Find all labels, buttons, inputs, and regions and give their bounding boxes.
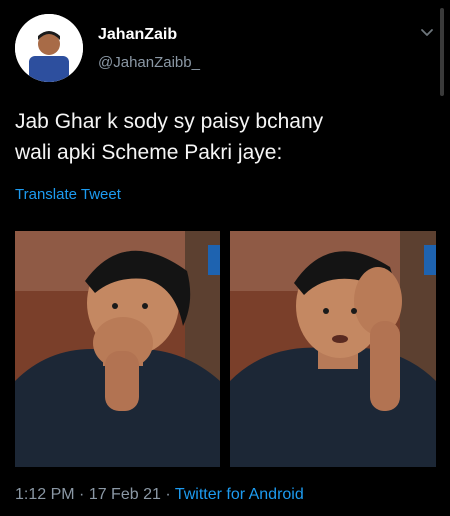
avatar[interactable]	[15, 14, 83, 82]
tweet-text: Jab Ghar k sody sy paisy bchany wali apk…	[15, 110, 324, 164]
tweet-meta: 1:12 PM · 17 Feb 21 · Twitter for Androi…	[15, 486, 304, 504]
chevron-down-icon[interactable]	[418, 24, 436, 42]
translate-tweet-link[interactable]: Translate Tweet	[15, 186, 121, 203]
user-handle[interactable]: @JahanZaibb_	[98, 54, 200, 71]
meta-separator: ·	[160, 486, 175, 503]
tweet-source-link[interactable]: Twitter for Android	[175, 486, 304, 503]
tweet-image-right[interactable]	[230, 231, 436, 467]
tweet-image-left[interactable]	[15, 231, 220, 467]
display-name[interactable]: JahanZaib	[98, 26, 177, 44]
scrollbar[interactable]	[440, 8, 444, 96]
tweet-time[interactable]: 1:12 PM	[15, 486, 75, 503]
tweet-date[interactable]: 17 Feb 21	[89, 486, 161, 503]
meta-separator: ·	[74, 486, 89, 503]
